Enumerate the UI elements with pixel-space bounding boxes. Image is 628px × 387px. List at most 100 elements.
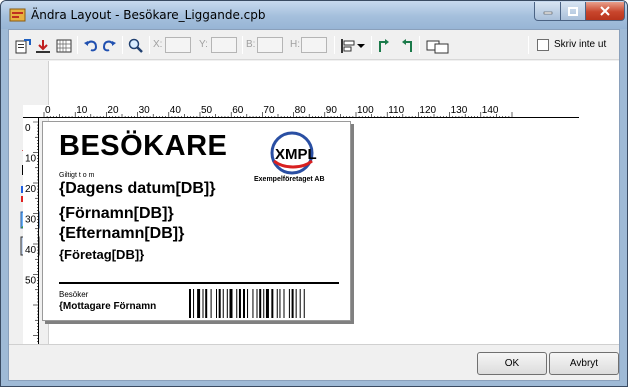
barcode-bar: [189, 289, 191, 318]
align-bottom-icon: [36, 39, 50, 53]
barcode-bar: [193, 289, 195, 318]
barcode-bar: [218, 289, 221, 318]
align-bottom-button[interactable]: [34, 37, 52, 54]
close-icon: [600, 6, 610, 16]
y-field[interactable]: [211, 37, 237, 53]
toolbar-separator: [419, 36, 420, 54]
company-field-text[interactable]: {Företag[DB]}: [59, 247, 144, 262]
company-logo[interactable]: XMPL: [256, 131, 326, 175]
ruler-left-label: 0: [25, 123, 31, 134]
barcode-bar: [226, 289, 228, 318]
barcode-bar: [276, 289, 278, 318]
ruler-top-label: 90: [326, 105, 338, 116]
y-label: Y:: [199, 39, 208, 50]
toolbar-separator: [242, 36, 243, 54]
barcode-element[interactable]: [189, 289, 339, 318]
title-bar[interactable]: Ändra Layout - Besökare_Liggande.cpb: [1, 1, 627, 29]
app-icon: [9, 8, 26, 22]
barcode-bar: [279, 289, 281, 318]
align-left-icon: [341, 38, 355, 53]
ruler-top-label: 60: [232, 105, 244, 116]
toolbar: X: Y: B: H: Skriv inte ut: [9, 30, 619, 60]
h-field[interactable]: [301, 37, 327, 53]
toolbar-separator: [77, 36, 78, 54]
recipient-field-text[interactable]: {Mottagare Förnamn: [59, 301, 156, 312]
x-label: X:: [153, 39, 163, 50]
ruler-top-label: 130: [451, 105, 468, 116]
ok-button[interactable]: OK: [477, 352, 547, 375]
ruler-top-label: 110: [388, 105, 404, 116]
visitor-label-text[interactable]: Besöker: [59, 290, 88, 299]
ruler-top-label: 10: [76, 105, 88, 116]
ruler-top-label: 40: [170, 105, 182, 116]
toolbar-separator: [122, 36, 123, 54]
send-to-back-button[interactable]: [397, 37, 415, 54]
ruler-left-label: 10: [25, 154, 37, 165]
minimize-icon: [543, 11, 552, 15]
grid-icon: [56, 39, 72, 52]
cancel-button[interactable]: Avbryt: [549, 352, 619, 375]
lastname-field-text[interactable]: {Efternamn[DB]}: [59, 225, 184, 243]
barcode-bar: [205, 289, 208, 318]
no-print-checkbox[interactable]: [537, 39, 549, 51]
barcode-bar: [288, 289, 290, 318]
ruler-top-label: 80: [295, 105, 307, 116]
ruler-left-label: 20: [25, 184, 37, 195]
close-button[interactable]: [585, 2, 625, 21]
barcode-bar: [238, 289, 241, 318]
same-size-icon: [426, 40, 449, 53]
align-button[interactable]: [339, 37, 357, 54]
same-size-button[interactable]: [425, 37, 451, 54]
ruler-top-label: 120: [419, 105, 436, 116]
bring-to-front-button[interactable]: [376, 37, 394, 54]
zoom-button[interactable]: [127, 37, 145, 54]
align-dropdown-button[interactable]: [356, 37, 366, 54]
undo-icon: [84, 40, 98, 51]
minimize-button[interactable]: [534, 2, 561, 21]
barcode-bar: [216, 289, 217, 318]
properties-button[interactable]: [14, 37, 32, 54]
redo-button[interactable]: [100, 37, 118, 54]
ruler-top-label: 100: [357, 105, 374, 116]
design-workspace: A 01020304050607080901001101201301400102: [9, 61, 619, 344]
maximize-icon: [568, 6, 578, 16]
ruler-top-label: 20: [107, 105, 119, 116]
ruler-left-label: 50: [25, 276, 37, 287]
label-title-text[interactable]: BESÖKARE: [59, 130, 227, 163]
barcode-bar: [197, 289, 201, 318]
logo-company-text[interactable]: Exempelföretaget AB: [254, 176, 325, 183]
barcode-bar: [299, 289, 301, 318]
maximize-button[interactable]: [560, 2, 586, 21]
barcode-bar: [291, 289, 294, 318]
ruler-top-label: 70: [263, 105, 275, 116]
chevron-down-icon: [357, 43, 365, 48]
b-field[interactable]: [257, 37, 283, 53]
barcode-bar: [236, 289, 238, 318]
layout-editor-window: Ändra Layout - Besökare_Liggande.cpb X: …: [0, 0, 628, 387]
barcode-bar: [283, 289, 285, 318]
barcode-bar: [210, 289, 212, 318]
date-field-text[interactable]: {Dagens datum[DB]}: [59, 180, 215, 198]
barcode-bar: [252, 289, 254, 318]
undo-button[interactable]: [82, 37, 100, 54]
grid-button[interactable]: [55, 37, 73, 54]
ruler-top-label: 50: [201, 105, 213, 116]
ruler-top-label: 140: [482, 105, 499, 116]
toolbar-separator: [149, 36, 150, 54]
zoom-icon: [128, 38, 143, 53]
separator-line[interactable]: [59, 282, 339, 284]
properties-icon: [15, 38, 31, 53]
barcode-bar: [243, 289, 245, 318]
window-title: Ändra Layout - Besökare_Liggande.cpb: [31, 8, 266, 22]
bring-to-front-icon: [379, 38, 389, 52]
logo-text: XMPL: [275, 146, 317, 163]
barcode-bar: [247, 289, 249, 318]
x-field[interactable]: [165, 37, 191, 53]
label-canvas[interactable]: BESÖKARE Giltigt t o m {Dagens datum[DB]…: [42, 121, 351, 321]
barcode-bar: [222, 289, 224, 318]
send-to-back-icon: [402, 38, 412, 52]
toolbar-separator: [528, 36, 529, 54]
barcode-bar: [263, 289, 265, 318]
valid-until-text[interactable]: Giltigt t o m: [59, 172, 94, 179]
firstname-field-text[interactable]: {Förnamn[DB]}: [59, 205, 174, 223]
